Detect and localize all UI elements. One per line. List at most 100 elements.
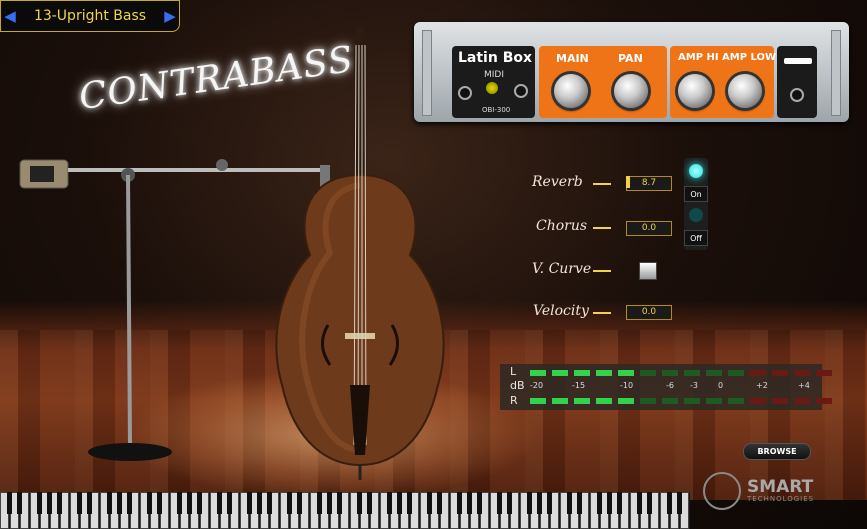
amp-unit: Latin Box MIDI OBI-300 MAIN PAN AMP HI A… [414,22,849,122]
piano-black-key[interactable] [77,492,82,514]
piano-black-key[interactable] [397,492,402,514]
piano-black-key[interactable] [387,492,392,514]
piano-black-key[interactable] [457,492,462,514]
piano-black-key[interactable] [547,492,552,514]
piano-black-key[interactable] [127,492,132,514]
meter-scale-label: -15 [572,381,586,390]
chorus-label: Chorus [536,218,588,234]
piano-black-key[interactable] [677,492,682,514]
on-lamp-icon [689,164,703,178]
meter-right-label: R [510,394,518,407]
amp-hi-knob-label: AMP HI [678,52,719,63]
meter-left-segment [640,370,656,376]
main-knob-label: MAIN [556,52,589,65]
piano-black-key[interactable] [637,492,642,514]
piano-black-key[interactable] [617,492,622,514]
reverb-marker [626,176,630,188]
piano-black-key[interactable] [317,492,322,514]
meter-scale-label: -6 [666,381,674,390]
piano-keyboard[interactable] [0,492,690,529]
browse-button[interactable]: BROWSE [743,443,811,460]
meter-left-segment [750,370,766,376]
meter-left-segment [552,370,568,376]
meter-right-segment [794,398,810,404]
amp-hi-knob[interactable] [678,74,712,108]
piano-black-key[interactable] [667,492,672,514]
piano-black-key[interactable] [477,492,482,514]
piano-black-key[interactable] [7,492,12,514]
piano-black-key[interactable] [507,492,512,514]
piano-black-key[interactable] [497,492,502,514]
meter-right-segment [530,398,546,404]
piano-black-key[interactable] [467,492,472,514]
piano-black-key[interactable] [337,492,342,514]
pan-knob[interactable] [614,74,648,108]
piano-black-key[interactable] [187,492,192,514]
meter-right-segment [750,398,766,404]
piano-black-key[interactable] [327,492,332,514]
main-knob[interactable] [554,74,588,108]
meter-left-segment [662,370,678,376]
amp-low-knob[interactable] [728,74,762,108]
piano-black-key[interactable] [437,492,442,514]
rack-ear-right [831,30,841,116]
piano-black-key[interactable] [357,492,362,514]
piano-black-key[interactable] [567,492,572,514]
piano-black-key[interactable] [227,492,232,514]
meter-left-segment [618,370,634,376]
piano-black-key[interactable] [47,492,52,514]
brand-logo: SMART TECHNOLOGIES [703,472,814,510]
piano-black-key[interactable] [367,492,372,514]
v-curve-toggle[interactable] [639,262,657,280]
piano-black-key[interactable] [247,492,252,514]
meter-left-segment [728,370,744,376]
velocity-label: Velocity [533,303,589,319]
piano-black-key[interactable] [607,492,612,514]
meter-scale-label: -10 [620,381,634,390]
piano-black-key[interactable] [147,492,152,514]
piano-black-key[interactable] [647,492,652,514]
amp-low-knob-label: AMP LOW [722,52,777,63]
meter-right-segment [618,398,634,404]
piano-black-key[interactable] [37,492,42,514]
piano-black-key[interactable] [107,492,112,514]
meter-scale-label: +4 [798,381,810,390]
piano-black-key[interactable] [267,492,272,514]
piano-black-key[interactable] [597,492,602,514]
piano-black-key[interactable] [87,492,92,514]
piano-black-key[interactable] [177,492,182,514]
headphone-jack-icon [458,86,472,100]
piano-black-key[interactable] [117,492,122,514]
meter-scale-label: +2 [756,381,768,390]
piano-black-key[interactable] [427,492,432,514]
piano-black-key[interactable] [577,492,582,514]
meter-right-segment [684,398,700,404]
output-cable-icon [784,58,812,64]
piano-black-key[interactable] [287,492,292,514]
amp-midi-label: MIDI [484,70,505,80]
v-curve-label: V. Curve [532,261,592,277]
piano-black-key[interactable] [57,492,62,514]
meter-left-segment [816,370,832,376]
piano-black-key[interactable] [157,492,162,514]
meter-right-segment [728,398,744,404]
piano-black-key[interactable] [217,492,222,514]
reverb-value[interactable]: 8.7 [626,176,672,191]
on-button[interactable]: On [684,186,708,202]
reverb-leader [593,183,611,185]
piano-black-key[interactable] [527,492,532,514]
velocity-value[interactable]: 0.0 [626,305,672,320]
piano-black-key[interactable] [537,492,542,514]
chorus-value[interactable]: 0.0 [626,221,672,236]
chorus-leader [593,227,611,229]
piano-black-key[interactable] [407,492,412,514]
meter-right-segment [772,398,788,404]
piano-black-key[interactable] [297,492,302,514]
meter-left-label: L [510,365,517,378]
piano-black-key[interactable] [197,492,202,514]
amp-model: OBI-300 [482,106,511,114]
piano-black-key[interactable] [257,492,262,514]
piano-black-key[interactable] [17,492,22,514]
off-button[interactable]: Off [684,230,708,246]
meter-left-segment [684,370,700,376]
